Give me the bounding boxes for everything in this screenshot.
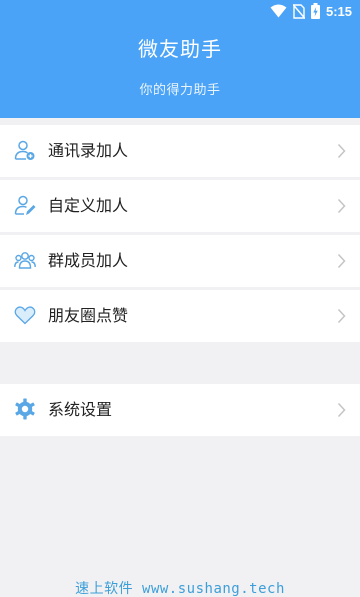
menu-item-system-settings[interactable]: 系统设置: [0, 384, 360, 436]
contacts-add-person-icon: [14, 139, 36, 161]
menu-item-label: 系统设置: [48, 400, 113, 419]
chevron-right-icon: [337, 308, 346, 324]
menu-item-label: 自定义加人: [48, 196, 129, 215]
wifi-icon: [270, 4, 287, 18]
menu-item-moments-like[interactable]: 朋友圈点赞: [0, 290, 360, 342]
app-screen: 5:15 微友助手 你的得力助手 通讯录加人 自定义加人 群成员加人 朋友圈点赞…: [0, 0, 360, 597]
no-sim-icon: [292, 3, 305, 19]
app-header: 5:15 微友助手 你的得力助手: [0, 0, 360, 118]
menu-item-label: 通讯录加人: [48, 141, 129, 160]
heart-icon: [14, 304, 36, 326]
watermark-text: 速上软件 www.sushang.tech: [75, 581, 285, 597]
status-icons: 5:15: [270, 3, 352, 19]
menu-item-custom-add[interactable]: 自定义加人: [0, 180, 360, 232]
chevron-right-icon: [337, 198, 346, 214]
status-bar: 5:15: [0, 0, 360, 24]
menu-item-label: 群成员加人: [48, 251, 129, 270]
gear-icon: [14, 398, 36, 420]
app-title: 微友助手: [138, 37, 222, 61]
chevron-right-icon: [337, 253, 346, 269]
menu-item-label: 朋友圈点赞: [48, 306, 129, 325]
custom-add-person-icon: [14, 194, 36, 216]
menu-item-contacts-add[interactable]: 通讯录加人: [0, 125, 360, 177]
app-subtitle: 你的得力助手: [139, 83, 221, 98]
clock: 5:15: [325, 3, 352, 19]
battery-charging-icon: [310, 3, 320, 19]
menu-item-group-members-add[interactable]: 群成员加人: [0, 235, 360, 287]
chevron-right-icon: [337, 143, 346, 159]
chevron-right-icon: [337, 402, 346, 418]
group-members-icon: [14, 249, 36, 271]
